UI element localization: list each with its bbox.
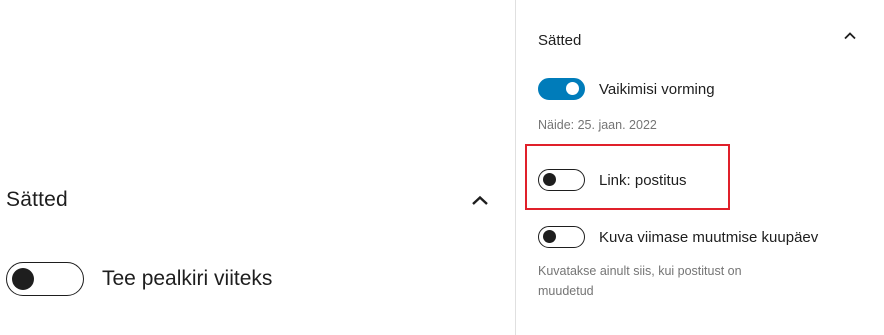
default-format-toggle[interactable] xyxy=(538,78,585,100)
help-line: muudetud xyxy=(538,284,594,298)
block-settings-screenshot: Sätted Tee pealkiri viiteks Sätted Vaiki… xyxy=(0,0,884,335)
left-settings-panel: Sätted Tee pealkiri viiteks xyxy=(0,0,515,335)
default-format-label: Vaikimisi vorming xyxy=(599,80,715,98)
show-modified-help: Kuvatakse ainult siis, kui postitust on … xyxy=(538,261,742,301)
link-to-post-label: Link: postitus xyxy=(599,171,687,189)
make-title-link-toggle[interactable] xyxy=(6,262,84,296)
make-title-link-label: Tee pealkiri viiteks xyxy=(102,267,273,290)
show-modified-label: Kuva viimase muutmise kuupäev xyxy=(599,228,819,246)
chevron-up-icon[interactable] xyxy=(468,189,492,213)
toggle-thumb xyxy=(12,267,34,290)
help-line: Kuvatakse ainult siis, kui postitust on xyxy=(538,264,742,278)
right-settings-panel: Sätted Vaikimisi vorming Näide: 25. jaan… xyxy=(516,0,884,335)
show-modified-row: Kuva viimase muutmise kuupäev xyxy=(538,226,818,248)
panel-title: Sätted xyxy=(6,188,68,211)
panel-title: Sätted xyxy=(538,32,582,49)
toggle-thumb xyxy=(566,82,579,95)
toggle-thumb xyxy=(543,173,556,186)
chevron-up-icon[interactable] xyxy=(840,26,860,46)
default-format-row: Vaikimisi vorming xyxy=(538,78,715,100)
toggle-thumb xyxy=(543,230,556,243)
link-to-post-toggle[interactable] xyxy=(538,169,585,191)
default-format-help: Näide: 25. jaan. 2022 xyxy=(538,118,657,132)
show-modified-toggle[interactable] xyxy=(538,226,585,248)
link-to-post-row: Link: postitus xyxy=(538,169,687,191)
make-title-link-row: Tee pealkiri viiteks xyxy=(6,262,272,296)
